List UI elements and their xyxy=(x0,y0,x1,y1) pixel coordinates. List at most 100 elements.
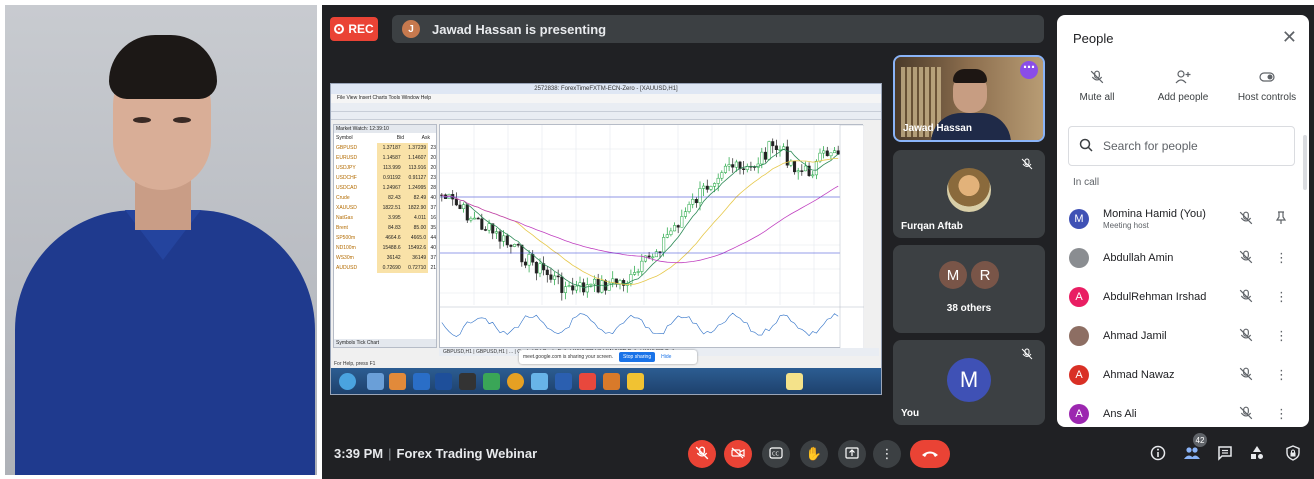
meeting-info: 3:39 PM | Forex Trading Webinar xyxy=(334,446,538,461)
market-watch-row[interactable]: NatGas 3.995 4.011 16 xyxy=(334,213,436,223)
market-watch-row[interactable]: ND100m 15488.6 15492.6 40 xyxy=(334,243,436,253)
candle-body xyxy=(636,271,640,273)
candle-body xyxy=(738,161,742,169)
market-watch-row[interactable]: USDCAD 1.24967 1.24995 28 xyxy=(334,183,436,193)
close-icon[interactable]: ✕ xyxy=(1282,27,1297,48)
pin-icon[interactable] xyxy=(1275,210,1287,228)
host-controls-button[interactable] xyxy=(1283,445,1303,465)
market-watch-panel: Market Watch: 12:39:10 Symbol Bid Ask GB… xyxy=(333,124,437,348)
mic-off-icon[interactable] xyxy=(1239,328,1253,345)
svg-text:CC: CC xyxy=(772,451,779,457)
market-watch-row[interactable]: SP500m 4664.6 4665.0 44 xyxy=(334,233,436,243)
participant-row[interactable]: A AbdulRehman Irshad ⋮ xyxy=(1069,279,1301,315)
candle-body xyxy=(702,185,706,189)
left-eye xyxy=(133,117,151,123)
camera-toggle-button[interactable] xyxy=(724,440,752,468)
participant-row[interactable]: Ahmad Jamil ⋮ xyxy=(1069,318,1301,354)
tile-furqan-aftab[interactable]: Furqan Aftab xyxy=(893,150,1045,238)
shapes-icon xyxy=(1249,445,1265,465)
avatar xyxy=(947,168,991,212)
candlestick-chart xyxy=(439,124,865,350)
add-people-button[interactable]: Add people xyxy=(1143,70,1223,103)
candle-body xyxy=(720,172,724,179)
candle-body xyxy=(774,145,778,150)
mic-off-icon[interactable] xyxy=(1239,211,1253,228)
others-label: 38 others xyxy=(946,303,992,314)
market-watch-row[interactable]: AUDUSD 0.72690 0.72710 21 xyxy=(334,263,436,273)
mic-off-icon[interactable] xyxy=(1239,367,1253,384)
mute-all-button[interactable]: Mute all xyxy=(1057,70,1137,103)
candle-body xyxy=(811,174,815,177)
candle-body xyxy=(694,199,698,204)
candle-body xyxy=(523,261,527,266)
hide-button[interactable]: Hide xyxy=(661,354,671,360)
chat-button[interactable] xyxy=(1215,445,1235,465)
candle-body xyxy=(585,284,589,293)
tile-jawad-hassan[interactable]: ⋯ Jawad Hassan xyxy=(893,55,1045,142)
people-icon xyxy=(1183,446,1201,464)
host-controls-button[interactable]: Host controls xyxy=(1227,70,1307,103)
presenting-text: Jawad Hassan is presenting xyxy=(432,21,607,37)
meeting-details-button[interactable] xyxy=(1148,445,1168,465)
more-vert-icon[interactable]: ⋮ xyxy=(1275,250,1288,266)
participant-row[interactable]: A Ans Ali ⋮ xyxy=(1069,396,1301,427)
mic-off-icon xyxy=(1021,158,1035,172)
mic-toggle-button[interactable] xyxy=(688,440,716,468)
participant-name: Ahmad Nawaz xyxy=(1103,369,1175,381)
more-vert-icon[interactable]: ⋮ xyxy=(1275,367,1288,383)
candle-body xyxy=(527,254,531,266)
present-button[interactable] xyxy=(838,440,866,468)
candle-body xyxy=(465,204,469,221)
market-watch-row[interactable]: USDJPY 113.999 113.916 20 xyxy=(334,163,436,173)
leave-call-button[interactable] xyxy=(910,440,950,468)
taskbar-app-icon xyxy=(413,373,430,390)
chrome-icon xyxy=(507,373,524,390)
participant-row[interactable]: Abdullah Amin ⋮ xyxy=(1069,240,1301,276)
market-watch-row[interactable]: GBPUSD 1.37187 1.37239 23 xyxy=(334,143,436,153)
scrollbar[interactable] xyxy=(1303,135,1307,190)
market-watch-row[interactable]: USDCHF 0.91192 0.91127 23 xyxy=(334,173,436,183)
stop-sharing-button[interactable]: Stop sharing xyxy=(619,352,656,362)
raise-hand-button[interactable]: ✋ xyxy=(800,440,828,468)
indicator-line xyxy=(441,312,839,337)
more-options-icon[interactable]: ⋯ xyxy=(1020,61,1038,79)
market-watch-row[interactable]: WS30m 36142 36149 37 xyxy=(334,253,436,263)
tile-others[interactable]: M R 38 others xyxy=(893,245,1045,333)
panel-title: People xyxy=(1073,31,1114,46)
tile-you[interactable]: M You xyxy=(893,340,1045,425)
more-options-button[interactable]: ⋮ xyxy=(873,440,901,468)
mic-off-icon[interactable] xyxy=(1239,250,1253,267)
candle-body xyxy=(814,160,818,176)
more-vert-icon[interactable]: ⋮ xyxy=(1275,406,1288,422)
candle-body xyxy=(723,165,727,173)
market-watch-row[interactable]: Crude 82.43 82.49 40 xyxy=(334,193,436,203)
in-call-section-label: In call xyxy=(1073,177,1100,188)
participant-row[interactable]: M Momina Hamid (You) Meeting host xyxy=(1069,201,1301,237)
market-watch-title: Market Watch: 12:39:10 xyxy=(334,125,436,133)
search-people-input[interactable]: Search for people xyxy=(1068,126,1295,166)
captions-button[interactable]: CC xyxy=(762,440,790,468)
present-screen-icon xyxy=(845,446,859,462)
candle-body xyxy=(705,185,709,190)
avatar: M xyxy=(1069,209,1089,229)
market-watch-row[interactable]: XAUUSD 1822.51 1822.90 37 xyxy=(334,203,436,213)
candle-body xyxy=(603,280,607,291)
activities-button[interactable] xyxy=(1247,445,1267,465)
taskbar-app-icon xyxy=(483,373,500,390)
candle-body xyxy=(556,275,560,278)
participant-row[interactable]: A Ahmad Nawaz ⋮ xyxy=(1069,357,1301,393)
participant-count-badge: 42 xyxy=(1193,433,1207,447)
mic-off-icon[interactable] xyxy=(1239,289,1253,306)
mic-off-icon xyxy=(695,445,709,463)
mic-off-icon[interactable] xyxy=(1239,406,1253,423)
market-watch-row[interactable]: Brent 84.83 85.00 35 xyxy=(334,223,436,233)
mic-off-icon xyxy=(1057,70,1137,92)
more-vert-icon[interactable]: ⋮ xyxy=(1275,328,1288,344)
market-watch-row[interactable]: EURUSD 1.14587 1.14607 20 xyxy=(334,153,436,163)
more-vert-icon[interactable]: ⋮ xyxy=(1275,289,1288,305)
candle-body xyxy=(509,244,513,247)
candle-body xyxy=(563,286,567,293)
show-everyone-button[interactable] xyxy=(1182,445,1202,465)
candle-body xyxy=(691,199,695,205)
candle-body xyxy=(567,285,571,287)
